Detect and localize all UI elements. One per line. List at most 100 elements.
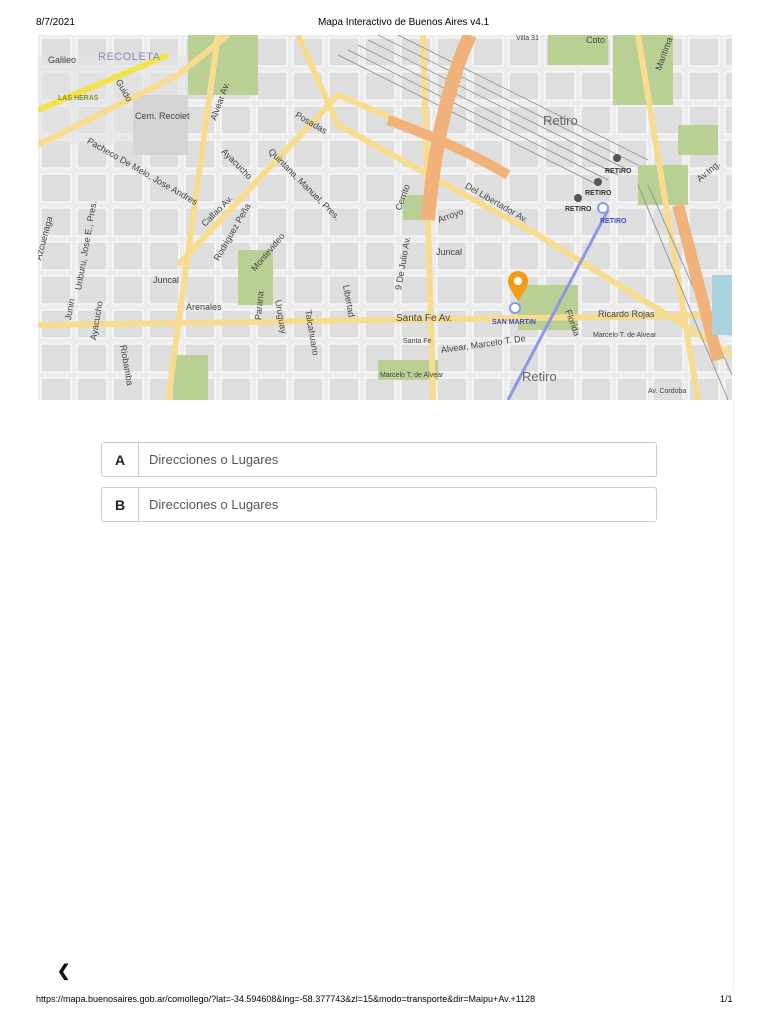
map-view[interactable]: RECOLETA Galileo LAS HERAS Cem. Recolet … bbox=[38, 35, 732, 400]
city-block bbox=[112, 173, 144, 203]
map-label: RETIRO bbox=[600, 218, 627, 225]
city-block bbox=[256, 71, 288, 101]
city-block bbox=[616, 139, 648, 169]
city-block bbox=[724, 71, 732, 101]
city-block bbox=[724, 139, 732, 169]
city-block bbox=[256, 105, 288, 135]
destination-letter: B bbox=[102, 488, 139, 521]
city-block bbox=[364, 309, 396, 339]
city-block bbox=[688, 71, 720, 101]
map-label: Retiro bbox=[543, 113, 578, 128]
city-block bbox=[256, 343, 288, 373]
city-block bbox=[220, 105, 252, 135]
map-label: Santa Fe bbox=[403, 338, 432, 345]
city-block bbox=[436, 377, 468, 400]
city-block bbox=[508, 105, 540, 135]
city-block bbox=[364, 377, 396, 400]
destination-input[interactable] bbox=[139, 488, 656, 521]
city-block bbox=[580, 377, 612, 400]
city-block bbox=[544, 71, 576, 101]
city-block bbox=[688, 207, 720, 237]
city-block bbox=[724, 207, 732, 237]
city-block bbox=[328, 139, 360, 169]
city-block bbox=[724, 241, 732, 271]
print-url: https://mapa.buenosaires.gob.ar/comolleg… bbox=[36, 994, 536, 1004]
city-block bbox=[364, 207, 396, 237]
chevron-left-icon[interactable]: ❮ bbox=[57, 961, 70, 981]
city-block bbox=[652, 343, 684, 373]
city-block bbox=[76, 343, 108, 373]
origin-letter: A bbox=[102, 443, 139, 476]
map-label: RETIRO bbox=[605, 168, 632, 175]
map-label: SAN MARTIN bbox=[492, 319, 536, 326]
city-block bbox=[292, 241, 324, 271]
city-block bbox=[580, 105, 612, 135]
map-label: Arenales bbox=[186, 302, 222, 312]
city-block bbox=[508, 241, 540, 271]
origin-input[interactable] bbox=[139, 443, 656, 476]
print-date: 8/7/2021 bbox=[36, 17, 75, 28]
city-block bbox=[724, 173, 732, 203]
city-block bbox=[220, 343, 252, 373]
city-block bbox=[256, 37, 288, 67]
city-block bbox=[580, 343, 612, 373]
city-block bbox=[544, 173, 576, 203]
city-block bbox=[328, 37, 360, 67]
city-block bbox=[472, 241, 504, 271]
city-block bbox=[76, 173, 108, 203]
city-block bbox=[400, 377, 432, 400]
map-label: Retiro bbox=[522, 369, 557, 384]
city-block bbox=[688, 37, 720, 67]
city-block bbox=[112, 207, 144, 237]
destination-field: B bbox=[101, 487, 657, 522]
map-label: RECOLETA bbox=[98, 51, 161, 63]
origin-field: A bbox=[101, 442, 657, 477]
city-block bbox=[328, 173, 360, 203]
city-block bbox=[724, 377, 732, 400]
city-block bbox=[328, 377, 360, 400]
city-block bbox=[472, 37, 504, 67]
city-block bbox=[184, 275, 216, 305]
city-block bbox=[40, 377, 72, 400]
city-block bbox=[580, 71, 612, 101]
city-block bbox=[40, 343, 72, 373]
map-label: Av. Cordoba bbox=[648, 388, 687, 395]
map-label: Coto bbox=[586, 35, 606, 45]
map-label: Marcelo T. de Alvear bbox=[380, 372, 444, 379]
map-label: Galileo bbox=[48, 55, 77, 65]
map-label: Cem. Recolet bbox=[135, 111, 190, 121]
city-block bbox=[220, 377, 252, 400]
city-block bbox=[544, 139, 576, 169]
city-block bbox=[40, 173, 72, 203]
map-label: Ricardo Rojas bbox=[598, 309, 655, 319]
city-block bbox=[76, 377, 108, 400]
print-page-number: 1/1 bbox=[720, 994, 733, 1004]
city-block bbox=[256, 377, 288, 400]
city-block bbox=[328, 343, 360, 373]
map-label: Villa 31 bbox=[516, 35, 539, 42]
map-tiles bbox=[38, 35, 732, 400]
city-block bbox=[256, 207, 288, 237]
map-label: Juncal bbox=[436, 247, 463, 257]
city-block bbox=[292, 207, 324, 237]
city-block bbox=[364, 241, 396, 271]
city-block bbox=[292, 139, 324, 169]
city-block bbox=[508, 173, 540, 203]
city-block bbox=[436, 275, 468, 305]
city-block bbox=[508, 37, 540, 67]
panel-divider bbox=[733, 400, 734, 990]
city-block bbox=[616, 343, 648, 373]
city-block bbox=[292, 275, 324, 305]
city-block bbox=[472, 377, 504, 400]
city-block bbox=[328, 241, 360, 271]
city-block bbox=[616, 105, 648, 135]
city-block bbox=[544, 343, 576, 373]
city-block bbox=[112, 241, 144, 271]
city-block bbox=[724, 105, 732, 135]
print-title: Mapa Interactivo de Buenos Aires v4.1 bbox=[318, 17, 490, 28]
city-block bbox=[112, 275, 144, 305]
city-block bbox=[292, 377, 324, 400]
city-block bbox=[148, 241, 180, 271]
city-block bbox=[724, 37, 732, 67]
city-block bbox=[472, 275, 504, 305]
